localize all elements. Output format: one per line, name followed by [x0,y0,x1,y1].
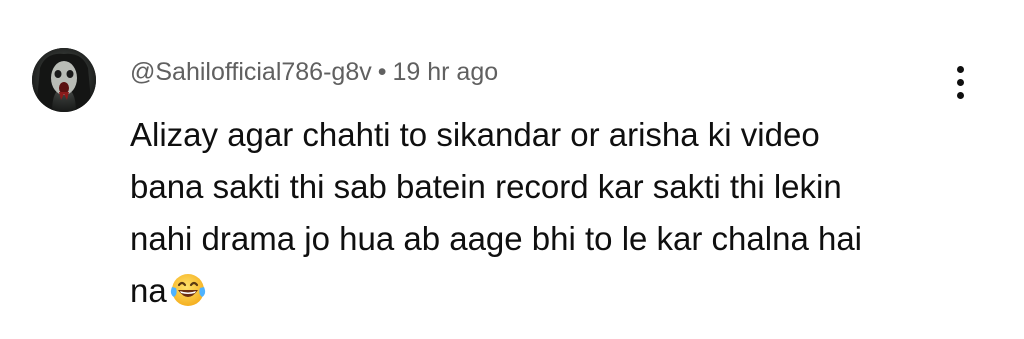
more-vertical-icon-dot [957,79,964,86]
timestamp: 19 hr ago [392,58,499,86]
comment-item: @Sahilofficial786-g8v • 19 hr ago Alizay a… [0,0,1024,339]
comment-line: Alizay agar chahti to sikandar or arisha… [130,116,820,153]
comment-line-last: na [130,265,930,317]
more-vertical-icon-dot [957,92,964,99]
face-with-tears-of-joy-icon [170,274,205,306]
avatar[interactable] [32,48,96,112]
author-name[interactable]: @Sahilofficial786-g8v [130,58,372,86]
comment-text: Alizay agar chahti to sikandar or arisha… [130,109,930,317]
comment-line: nahi drama jo hua ab aage bhi to le kar … [130,220,863,257]
more-vertical-icon-dot [957,66,964,73]
avatar-horror-face-icon [32,48,96,112]
comment-line: bana sakti thi sab batein record kar sak… [130,168,842,205]
more-options-button[interactable] [944,62,978,104]
comment-header: @Sahilofficial786-g8v • 19 hr ago [130,56,498,88]
comment-line-text: na [130,272,167,309]
separator-dot: • [377,58,387,86]
